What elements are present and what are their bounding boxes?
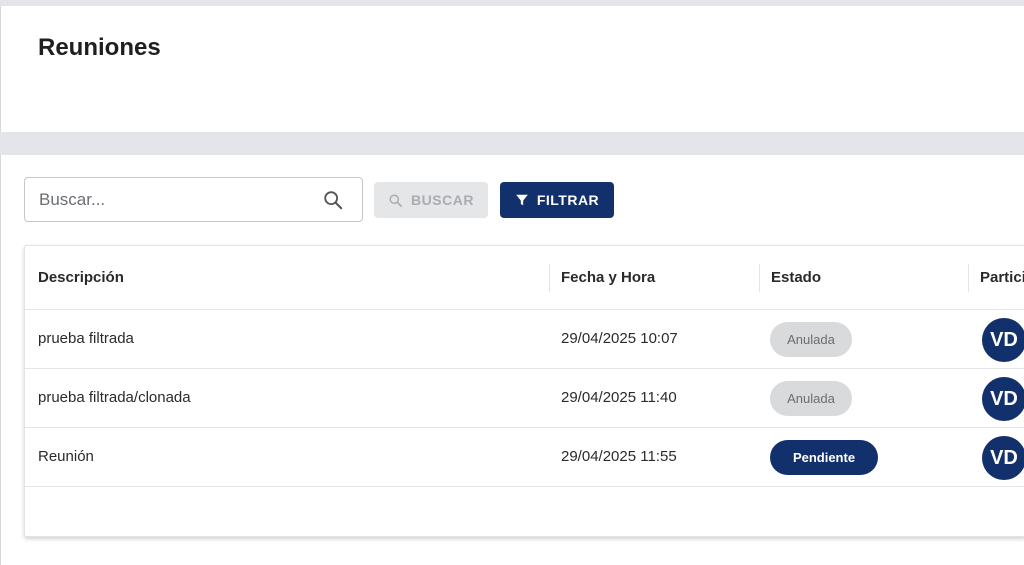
table-row[interactable]: prueba filtrada 29/04/2025 10:07 Anulada… [25,310,1024,369]
column-header-estado[interactable]: Estado [771,246,961,310]
table-row[interactable]: prueba filtrada/clonada 29/04/2025 11:40… [25,369,1024,428]
page-title: Reuniones [38,34,161,61]
status-badge: Anulada [770,322,852,357]
search-button-label: BUSCAR [411,192,474,208]
status-badge: Pendiente [770,440,878,475]
filter-icon [515,194,528,206]
search-icon[interactable] [322,189,344,211]
column-divider [549,264,550,292]
column-divider [759,264,760,292]
filter-button-label: FILTRAR [536,192,600,208]
avatar[interactable]: VD [982,377,1024,421]
column-header-fecha[interactable]: Fecha y Hora [561,246,751,310]
row-datetime: 29/04/2025 11:40 [561,389,677,406]
table-row[interactable]: Reunión 29/04/2025 11:55 Pendiente VD [25,428,1024,487]
filter-button[interactable]: FILTRAR [500,182,614,218]
search-box[interactable] [24,177,363,222]
avatar[interactable]: VD [982,436,1024,480]
search-icon [389,193,402,207]
page-header: Reuniones [0,6,1024,132]
search-input[interactable] [39,178,309,221]
row-datetime: 29/04/2025 11:55 [561,448,677,465]
row-datetime: 29/04/2025 10:07 [561,330,678,347]
column-divider [968,264,969,292]
column-header-descripcion[interactable]: Descripción [38,246,538,310]
table-header: Descripción Fecha y Hora Estado Partici [25,246,1024,310]
row-description: Reunión [38,448,94,465]
meetings-panel: BUSCAR FILTRAR Descripción Fecha y Hora … [0,155,1024,565]
column-header-participantes[interactable]: Partici [980,246,1024,310]
row-description: prueba filtrada/clonada [38,389,191,406]
row-description: prueba filtrada [38,330,134,347]
avatar[interactable]: VD [982,318,1024,362]
status-badge: Anulada [770,381,852,416]
search-button[interactable]: BUSCAR [374,182,488,218]
meetings-table: Descripción Fecha y Hora Estado Partici … [24,245,1024,537]
